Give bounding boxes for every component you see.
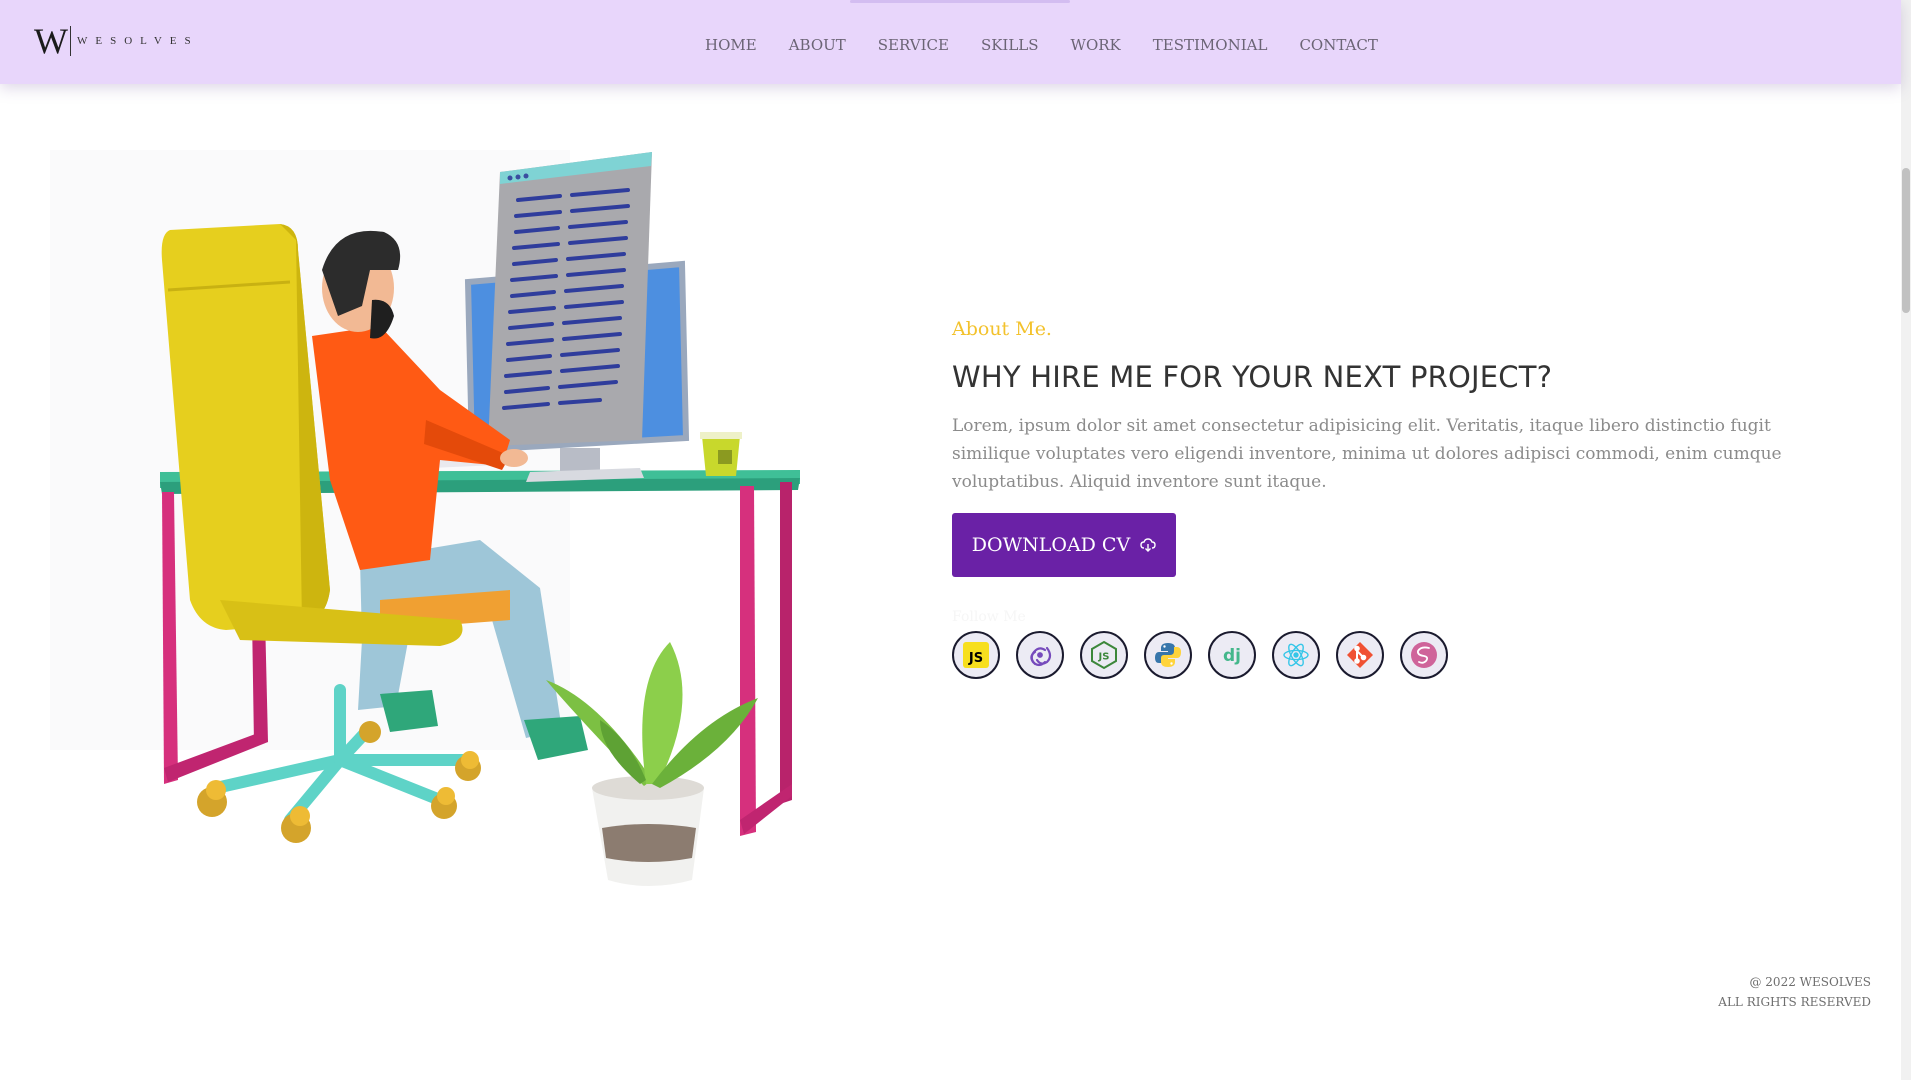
logo[interactable]: W WESOLVES — [34, 21, 199, 61]
redux-icon[interactable] — [1016, 631, 1064, 679]
nav-skills[interactable]: SKILLS — [981, 36, 1039, 54]
svg-text:JS: JS — [968, 651, 983, 666]
nav-contact[interactable]: CONTACT — [1299, 36, 1377, 54]
about-section: About Me. WHY HIRE ME FOR YOUR NEXT PROJ… — [952, 318, 1832, 679]
git-icon[interactable] — [1336, 631, 1384, 679]
nodejs-icon[interactable]: JS — [1080, 631, 1128, 679]
tech-icons-row: JS JS dj — [952, 631, 1832, 679]
nav-accent-line — [850, 0, 1070, 3]
footer: @ 2022 WESOLVES ALL RIGHTS RESERVED — [1718, 972, 1871, 1012]
footer-rights: ALL RIGHTS RESERVED — [1718, 995, 1871, 1009]
sass-icon[interactable] — [1400, 631, 1448, 679]
about-label: About Me. — [952, 318, 1052, 340]
follow-label: Follow Me — [952, 609, 1026, 625]
about-title: WHY HIRE ME FOR YOUR NEXT PROJECT? — [952, 360, 1553, 394]
logo-letter: W — [34, 21, 68, 61]
logo-divider — [69, 26, 71, 56]
download-cv-button[interactable]: DOWNLOAD CV — [952, 513, 1176, 577]
footer-copyright: @ 2022 WESOLVES — [1749, 975, 1871, 989]
react-icon[interactable] — [1272, 631, 1320, 679]
javascript-icon[interactable]: JS — [952, 631, 1000, 679]
logo-text: WESOLVES — [76, 35, 199, 47]
svg-text:JS: JS — [1098, 652, 1110, 663]
page-scrollbar[interactable] — [1901, 0, 1911, 1080]
scrollbar-thumb[interactable] — [1902, 168, 1910, 313]
navbar: W WESOLVES HOME ABOUT SERVICE SKILLS WOR… — [0, 0, 1901, 84]
developer-illustration — [40, 120, 900, 940]
svg-text:dj: dj — [1223, 646, 1241, 666]
main-nav: HOME ABOUT SERVICE SKILLS WORK TESTIMONI… — [705, 36, 1378, 54]
download-cv-label: DOWNLOAD CV — [971, 534, 1131, 556]
nav-testimonial[interactable]: TESTIMONIAL — [1153, 36, 1268, 54]
nav-work[interactable]: WORK — [1071, 36, 1121, 54]
nav-home[interactable]: HOME — [705, 36, 757, 54]
nav-service[interactable]: SERVICE — [878, 36, 949, 54]
python-icon[interactable] — [1144, 631, 1192, 679]
django-icon[interactable]: dj — [1208, 631, 1256, 679]
about-text: Lorem, ipsum dolor sit amet consectetur … — [952, 416, 1782, 492]
nav-about[interactable]: ABOUT — [789, 36, 846, 54]
page: W WESOLVES HOME ABOUT SERVICE SKILLS WOR… — [0, 0, 1911, 1080]
cloud-download-icon — [1140, 538, 1156, 552]
